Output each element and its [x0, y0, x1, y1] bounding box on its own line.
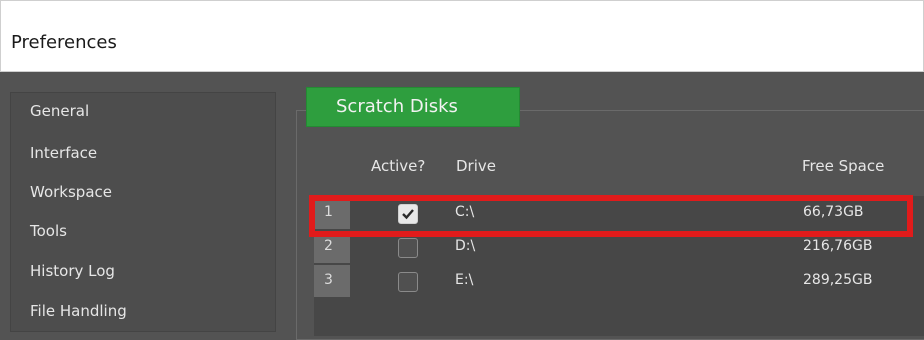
- checkmark-icon: [402, 209, 414, 220]
- sidebar-item-tools[interactable]: Tools: [30, 222, 67, 240]
- table-row[interactable]: 2 D:\ 216,76GB: [314, 230, 924, 264]
- active-checkbox[interactable]: [398, 238, 418, 258]
- row-number: 1: [314, 197, 350, 229]
- scratch-disks-table: 1 C:\ 66,73GB 2 D:\ 216,76GB 3 E:\ 289,2…: [314, 196, 924, 336]
- active-checkbox[interactable]: [398, 272, 418, 292]
- row-number: 3: [314, 265, 350, 297]
- free-space-value: 66,73GB: [803, 204, 864, 220]
- drive-label: D:\: [455, 238, 476, 254]
- free-space-value: 216,76GB: [803, 238, 873, 254]
- scratch-disks-header: Scratch Disks: [306, 87, 520, 127]
- preferences-sidebar: [10, 92, 276, 332]
- sidebar-item-history-log[interactable]: History Log: [30, 262, 115, 280]
- drive-label: E:\: [455, 272, 474, 288]
- drive-label: C:\: [455, 204, 475, 220]
- free-space-value: 289,25GB: [803, 272, 873, 288]
- scratch-disks-title: Scratch Disks: [336, 96, 458, 117]
- active-checkbox[interactable]: [398, 204, 418, 224]
- sidebar-item-workspace[interactable]: Workspace: [30, 183, 112, 201]
- sidebar-item-file-handling[interactable]: File Handling: [30, 302, 127, 320]
- sidebar-item-interface[interactable]: Interface: [30, 144, 97, 162]
- window-title: Preferences: [11, 32, 117, 53]
- title-bar: Preferences: [0, 0, 924, 72]
- column-header-free-space: Free Space: [802, 157, 885, 175]
- table-row[interactable]: 1 C:\ 66,73GB: [314, 196, 924, 230]
- sidebar-item-general[interactable]: General: [30, 102, 89, 120]
- row-number: 2: [314, 231, 350, 263]
- column-header-drive: Drive: [456, 157, 496, 175]
- column-header-active: Active?: [371, 157, 426, 175]
- table-row[interactable]: 3 E:\ 289,25GB: [314, 264, 924, 298]
